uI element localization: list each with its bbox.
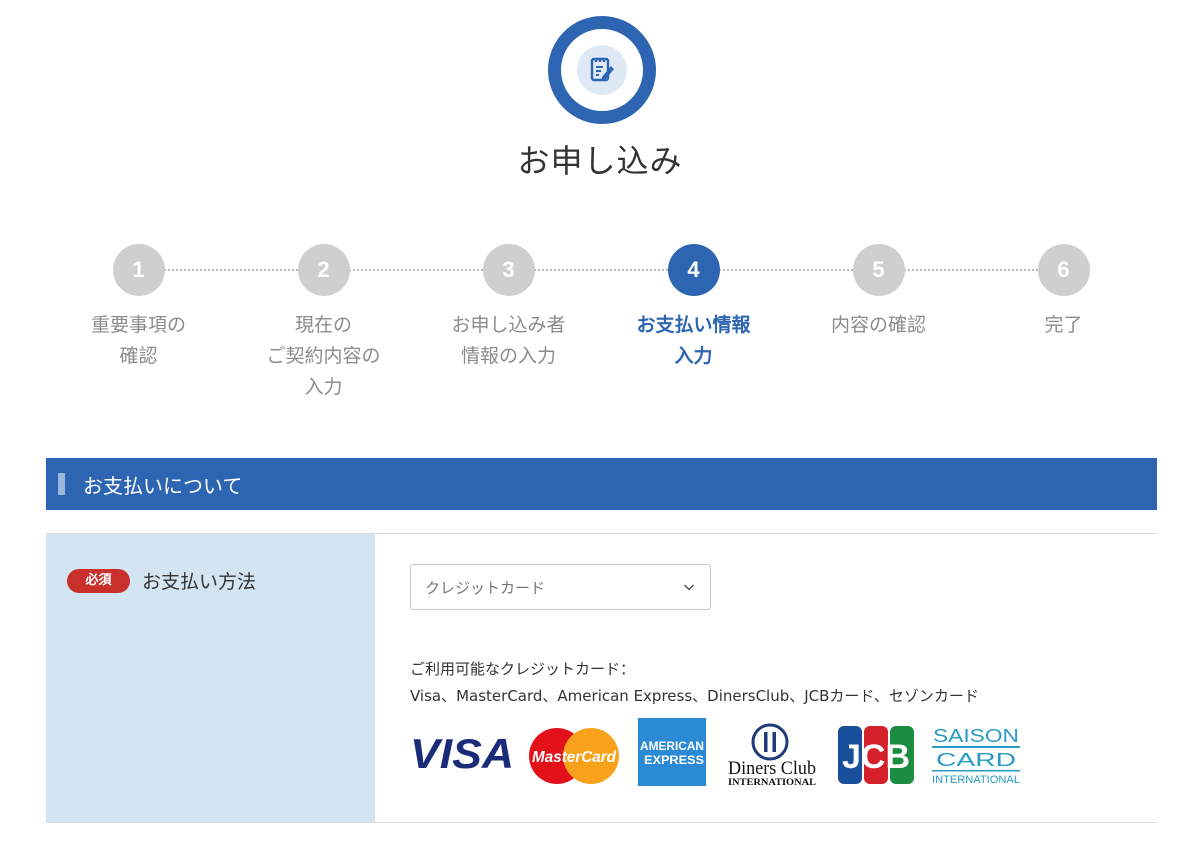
step-1: 1 重要事項の 確認 xyxy=(46,242,231,372)
jcb-logo: JCB xyxy=(838,726,914,784)
step-6: 6 完了 xyxy=(971,242,1156,341)
step-number: 3 xyxy=(482,244,535,296)
step-label: 重要事項の 確認 xyxy=(90,314,186,367)
chevron-down-icon xyxy=(683,584,695,591)
step-label: お申し込み者 情報の入力 xyxy=(451,314,566,367)
step-2: 2 現在の ご契約内容の 入力 xyxy=(231,242,416,403)
step-label: 内容の確認 xyxy=(830,314,926,336)
mastercard-logo-text: MasterCard xyxy=(532,749,617,766)
saison-logo-line1: SAISON xyxy=(933,726,1019,746)
step-number: 6 xyxy=(1037,244,1090,296)
diners-logo-line1: Diners Club xyxy=(728,758,816,779)
section-title: お支払いについて xyxy=(83,473,243,498)
step-3: 3 お申し込み者 情報の入力 xyxy=(416,242,601,372)
progress-stepper: 1 重要事項の 確認 2 現在の ご契約内容の 入力 3 お申し込み者 情報の入… xyxy=(46,242,1156,412)
step-number: 5 xyxy=(852,244,905,296)
amex-logo: AMERICAN EXPRESS xyxy=(638,718,706,786)
required-badge: 必須 xyxy=(67,569,130,593)
page-title: お申し込み xyxy=(517,142,683,180)
available-cards-label: ご利用可能なクレジットカード： xyxy=(410,660,636,678)
amex-logo-line2: EXPRESS xyxy=(644,753,704,767)
visa-logo: VISA xyxy=(410,730,514,774)
card-logos: VISA MasterCard AMERICAN EXPRESS Diners … xyxy=(410,718,1030,790)
saison-logo-line3: INTERNATIONAL xyxy=(932,774,1020,786)
visa-logo-text: VISA xyxy=(410,730,514,774)
section-accent-bar xyxy=(58,473,65,495)
payment-method-select[interactable]: クレジットカード xyxy=(410,564,711,610)
edit-document-icon xyxy=(577,45,627,95)
step-number: 4 xyxy=(667,244,720,296)
diners-club-logo: Diners Club INTERNATIONAL xyxy=(728,723,816,787)
available-cards-list: Visa、MasterCard、American Express、DinersC… xyxy=(410,687,979,705)
payment-method-row: 必須 お支払い方法 クレジットカード ご利用可能なクレジットカード： Visa、… xyxy=(46,533,1157,823)
page-header-icon xyxy=(548,16,656,124)
step-label: 現在の ご契約内容の 入力 xyxy=(266,314,381,398)
payment-method-label: お支払い方法 xyxy=(142,571,257,593)
step-5: 5 内容の確認 xyxy=(786,242,971,341)
step-4-current: 4 お支払い情報 入力 xyxy=(601,242,786,372)
mastercard-logo: MasterCard xyxy=(529,728,619,784)
payment-method-selected-value: クレジットカード xyxy=(425,578,546,597)
saison-card-logo: SAISON CARD INTERNATIONAL xyxy=(932,726,1020,786)
step-number: 2 xyxy=(297,244,350,296)
step-label: お支払い情報 入力 xyxy=(636,314,751,367)
payment-method-value-cell: クレジットカード ご利用可能なクレジットカード： Visa、MasterCard… xyxy=(375,534,1157,822)
step-label: 完了 xyxy=(1044,314,1083,336)
payment-method-label-cell: 必須 お支払い方法 xyxy=(46,534,375,822)
diners-logo-line2: INTERNATIONAL xyxy=(728,777,816,787)
saison-logo-line2: CARD xyxy=(936,750,1016,770)
step-number: 1 xyxy=(112,244,165,296)
jcb-logo-text: JCB xyxy=(842,738,910,776)
amex-logo-line1: AMERICAN xyxy=(640,739,704,753)
section-header: お支払いについて xyxy=(46,458,1157,510)
